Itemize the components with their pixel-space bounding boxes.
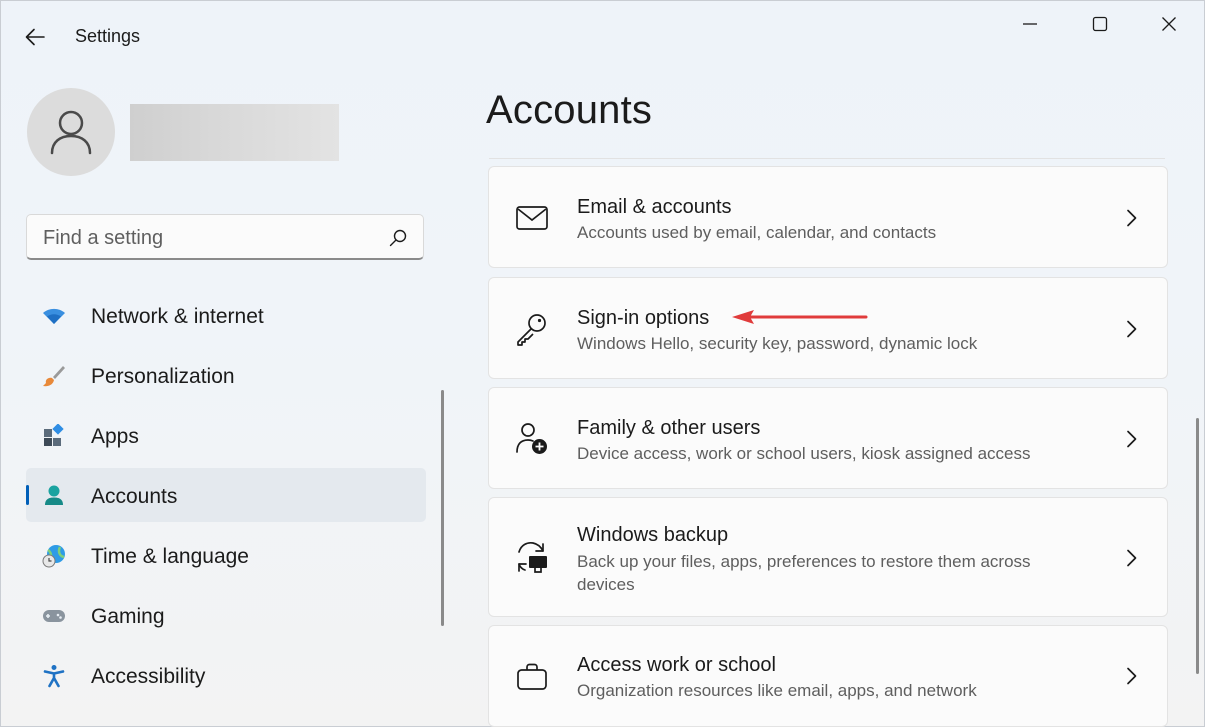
back-arrow-icon: [25, 28, 45, 46]
apps-icon: [44, 424, 64, 446]
card-title: Family & other users: [577, 417, 761, 439]
sidebar-item-personalization[interactable]: Personalization: [26, 348, 426, 402]
card-description: Device access, work or school users, kio…: [577, 444, 1031, 463]
maximize-icon: [1092, 16, 1108, 32]
user-name-redacted: [130, 104, 339, 161]
chevron-right-icon: [1127, 320, 1137, 338]
close-icon: [1162, 17, 1176, 31]
accounts-icon: [45, 485, 63, 505]
app-title: Settings: [75, 26, 141, 46]
minimize-button[interactable]: [1007, 8, 1053, 40]
title-bar: Settings: [0, 0, 1205, 72]
card-description: Windows Hello, security key, password, d…: [577, 334, 978, 353]
card-title: Access work or school: [577, 654, 776, 676]
minimize-icon: [1023, 23, 1037, 25]
sidebar-item-label: Gaming: [91, 605, 165, 628]
sidebar-scrollbar[interactable]: [441, 390, 444, 626]
sidebar-item-time-language[interactable]: Time & language: [26, 528, 426, 582]
close-button[interactable]: [1146, 8, 1192, 40]
sidebar-item-label: Apps: [91, 425, 139, 448]
sidebar-nav: Network & internet Personalization Apps …: [26, 288, 426, 708]
chevron-right-icon: [1127, 209, 1137, 227]
sidebar-item-network[interactable]: Network & internet: [26, 288, 426, 342]
key-icon: [517, 314, 546, 346]
wifi-icon: [43, 308, 65, 324]
chevron-right-icon: [1127, 430, 1137, 448]
avatar[interactable]: [27, 88, 115, 176]
main-scrollbar[interactable]: [1196, 418, 1199, 674]
sidebar-item-accounts[interactable]: Accounts: [26, 468, 426, 522]
gamepad-icon: [43, 610, 65, 622]
sidebar-item-label: Time & language: [91, 545, 249, 568]
sidebar-item-label: Personalization: [91, 365, 235, 388]
card-title: Windows backup: [577, 524, 729, 546]
add-user-icon: [516, 423, 547, 454]
card-description: Accounts used by email, calendar, and co…: [577, 223, 937, 242]
page-title: Accounts: [486, 88, 653, 132]
chevron-right-icon: [1127, 549, 1137, 567]
backup-icon: [518, 541, 547, 573]
card-sign-in-options[interactable]: Sign-in options Windows Hello, security …: [488, 277, 1168, 379]
maximize-button[interactable]: [1077, 8, 1123, 40]
selection-indicator: [26, 485, 29, 505]
mail-icon: [516, 206, 548, 230]
card-family-other-users[interactable]: Family & other users Device access, work…: [488, 387, 1168, 489]
sidebar-item-label: Network & internet: [91, 305, 264, 328]
globe-clock-icon: [42, 545, 65, 568]
divider: [489, 158, 1165, 159]
search-box[interactable]: [26, 214, 424, 260]
sidebar-item-apps[interactable]: Apps: [26, 408, 426, 462]
search-input[interactable]: [41, 223, 375, 253]
chevron-right-icon: [1127, 667, 1137, 685]
card-description: Back up your files, apps, preferences to…: [577, 552, 1031, 594]
annotation-arrow: [732, 310, 868, 324]
paintbrush-icon: [43, 366, 65, 387]
card-windows-backup[interactable]: Windows backup Back up your files, apps,…: [488, 497, 1168, 617]
sidebar-item-gaming[interactable]: Gaming: [26, 588, 426, 642]
person-icon: [50, 110, 92, 155]
sidebar-item-accessibility[interactable]: Accessibility: [26, 648, 426, 702]
back-button[interactable]: [20, 22, 50, 52]
card-description: Organization resources like email, apps,…: [577, 681, 977, 700]
sidebar-item-label: Accounts: [91, 485, 178, 508]
card-title: Sign-in options: [577, 307, 710, 329]
accessibility-icon: [43, 665, 65, 688]
card-email-accounts[interactable]: Email & accounts Accounts used by email,…: [488, 166, 1168, 268]
card-title: Email & accounts: [577, 196, 732, 218]
search-icon[interactable]: [389, 229, 407, 247]
card-access-work-school[interactable]: Access work or school Organization resou…: [488, 625, 1168, 727]
sidebar-item-label: Accessibility: [91, 665, 206, 688]
briefcase-icon: [517, 663, 547, 690]
